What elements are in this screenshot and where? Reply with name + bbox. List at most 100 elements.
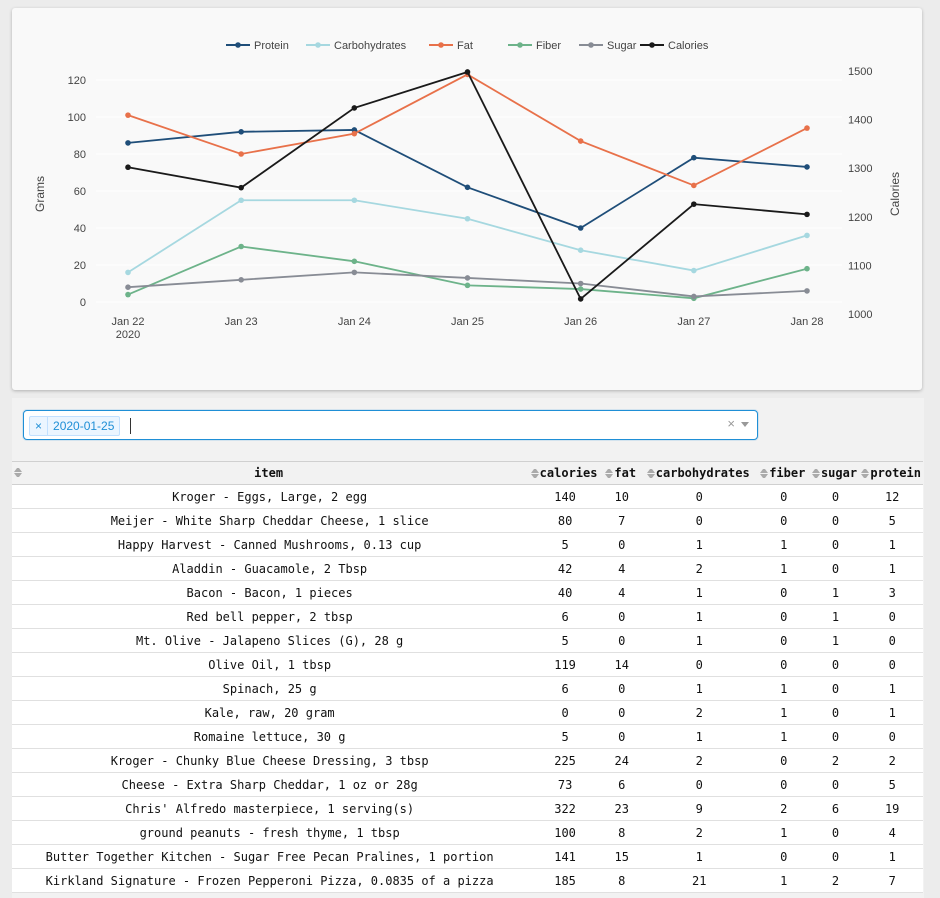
- sort-icon[interactable]: [861, 469, 869, 478]
- legend-marker-sugar: [588, 42, 594, 48]
- sort-icon[interactable]: [760, 469, 768, 478]
- legend-marker-fat: [438, 42, 444, 48]
- cell-item: Olive Oil, 1 tbsp: [12, 652, 528, 677]
- cell-carbohydrates: 0: [640, 484, 758, 509]
- cell-sugar: 0: [809, 724, 862, 749]
- table-row[interactable]: Romaine lettuce, 30 g501100: [12, 724, 923, 749]
- cell-calories: 5: [527, 628, 603, 653]
- table-row[interactable]: Cheese - Extra Sharp Cheddar, 1 oz or 28…: [12, 772, 923, 797]
- chevron-down-icon[interactable]: [741, 422, 749, 427]
- cell-calories: 73: [527, 772, 603, 797]
- cell-fat: 4: [602, 580, 641, 605]
- cell-carbohydrates: 1: [640, 532, 758, 557]
- cell-item: Meijer - White Sharp Cheddar Cheese, 1 s…: [12, 508, 528, 533]
- clear-icon[interactable]: ×: [727, 416, 735, 431]
- cell-protein: 0: [861, 628, 923, 653]
- cell-sugar: 0: [809, 484, 862, 509]
- table-row[interactable]: Happy Harvest - Canned Mushrooms, 0.13 c…: [12, 532, 923, 557]
- table-row[interactable]: Chris' Alfredo masterpiece, 1 serving(s)…: [12, 796, 923, 821]
- legend-label-protein: Protein: [254, 40, 289, 52]
- sort-icon[interactable]: [812, 469, 820, 478]
- x-tick-label: Jan 28: [790, 316, 823, 328]
- data-point-calories: [351, 105, 358, 111]
- cell-fat: 6: [602, 772, 641, 797]
- cell-calories: 140: [527, 484, 603, 509]
- table-row[interactable]: Aladdin - Guacamole, 2 Tbsp 42 4 2 1 0 1: [12, 556, 923, 581]
- column-header-protein[interactable]: protein: [861, 461, 923, 485]
- cell-protein: 5: [861, 508, 923, 533]
- cell-calories: 0: [527, 700, 603, 725]
- table-row[interactable]: Mt. Olive - Jalapeno Slices (G), 28 g501…: [12, 628, 923, 653]
- series-line-fiber: [127, 245, 808, 300]
- data-point-carbohydrates: [691, 267, 697, 274]
- sort-icon[interactable]: [647, 469, 655, 478]
- legend-marker-calories: [649, 42, 655, 48]
- cell-calories: 119: [527, 652, 603, 677]
- column-header-fat[interactable]: fat: [602, 461, 641, 485]
- cell-item: Kroger - Eggs, Large, 2 egg: [12, 484, 528, 509]
- cell-carbohydrates: 2: [640, 556, 758, 581]
- cell-item: Mt. Olive - Jalapeno Slices (G), 28 g: [12, 628, 528, 653]
- cell-fiber: 0: [757, 772, 810, 797]
- cell-item: Romaine lettuce, 30 g: [12, 724, 528, 749]
- table-row[interactable]: Kroger - Eggs, Large, 2 egg 140 10 0 0 0 12: [12, 484, 923, 509]
- table-row[interactable]: Bacon - Bacon, 1 pieces 40 4 1 0 1 3: [12, 580, 923, 605]
- sort-icon[interactable]: [14, 468, 22, 477]
- selected-date-tag: × 2020-01-25: [29, 416, 121, 436]
- cell-item: Kirkland Signature - Frozen Pepperoni Pi…: [12, 868, 528, 893]
- cell-protein: 5: [861, 772, 923, 797]
- table-row[interactable]: Red bell pepper, 2 tbsp 6 0 1 0 1 0: [12, 604, 923, 629]
- cell-protein: 0: [861, 604, 923, 629]
- cell-protein: 1: [861, 844, 923, 869]
- cell-fat: 7: [602, 508, 641, 533]
- data-point-fiber: [577, 286, 584, 292]
- cell-protein: 4: [861, 820, 923, 845]
- table-row[interactable]: Meijer - White Sharp Cheddar Cheese, 1 s…: [12, 508, 923, 533]
- cell-calories: 40: [527, 580, 603, 605]
- column-header-calories[interactable]: calories: [527, 461, 603, 485]
- legend-marker-protein: [235, 42, 241, 48]
- column-header-fiber[interactable]: fiber: [757, 461, 810, 485]
- cell-fiber: 1: [757, 820, 810, 845]
- data-point-carbohydrates: [577, 247, 584, 253]
- tag-label: 2020-01-25: [53, 419, 115, 433]
- cell-sugar: 1: [809, 604, 862, 629]
- x-tick-label: Jan 27: [677, 316, 710, 328]
- data-point-fiber: [238, 243, 244, 250]
- cell-calories: 225: [527, 748, 603, 773]
- data-point-fat: [577, 138, 584, 144]
- table-row[interactable]: ground peanuts - fresh thyme, 1 tbsp 100 8…: [12, 820, 923, 845]
- data-point-sugar: [691, 293, 697, 300]
- table-row[interactable]: Spinach, 25 g601101: [12, 676, 923, 701]
- series-line-carbohydrates: [127, 199, 808, 274]
- data-point-carbohydrates: [804, 232, 810, 239]
- y2-tick-label: 1400: [848, 115, 872, 127]
- table-row[interactable]: Olive Oil, 1 tbsp 119 14 0 0 0 0: [12, 652, 923, 677]
- cell-sugar: 0: [809, 676, 862, 701]
- sort-icon[interactable]: [531, 469, 539, 478]
- y2-tick-label: 1000: [848, 309, 872, 321]
- column-header-sugar[interactable]: sugar: [809, 461, 862, 485]
- table-row[interactable]: Kirkland Signature - Frozen Pepperoni Pi…: [12, 868, 923, 893]
- table-row[interactable]: Kroger - Chunky Blue Cheese Dressing, 3 …: [12, 748, 923, 773]
- cell-sugar: 2: [809, 868, 862, 893]
- column-header-item[interactable]: item: [12, 461, 528, 485]
- cell-fat: 0: [602, 724, 641, 749]
- series-line-fat: [127, 73, 808, 187]
- data-point-protein: [125, 140, 131, 146]
- nutrition-line-chart[interactable]: 0 20 40 60 80 100 120 1000 1100 1200 1300 1400 1500 J…: [12, 8, 922, 390]
- text-cursor: [130, 418, 131, 434]
- table-row[interactable]: Kale, raw, 20 gram 0 0 2 1 0 1: [12, 700, 923, 725]
- cell-carbohydrates: 1: [640, 724, 758, 749]
- column-header-carbohydrates[interactable]: carbohydrates: [640, 461, 758, 485]
- y2-tick-label: 1500: [848, 66, 872, 78]
- table-row[interactable]: Butter Together Kitchen - Sugar Free Pec…: [12, 844, 923, 869]
- chart-card: 0 20 40 60 80 100 120 1000 1100 1200 1300 1400 1500 J…: [12, 8, 922, 390]
- data-point-protein: [691, 154, 697, 161]
- cell-sugar: 0: [809, 556, 862, 581]
- data-point-protein: [464, 184, 471, 191]
- cell-carbohydrates: 0: [640, 652, 758, 677]
- remove-tag-icon[interactable]: ×: [30, 417, 49, 435]
- sort-icon[interactable]: [605, 469, 613, 478]
- date-filter-dropdown[interactable]: × 2020-01-25 ×: [23, 410, 758, 440]
